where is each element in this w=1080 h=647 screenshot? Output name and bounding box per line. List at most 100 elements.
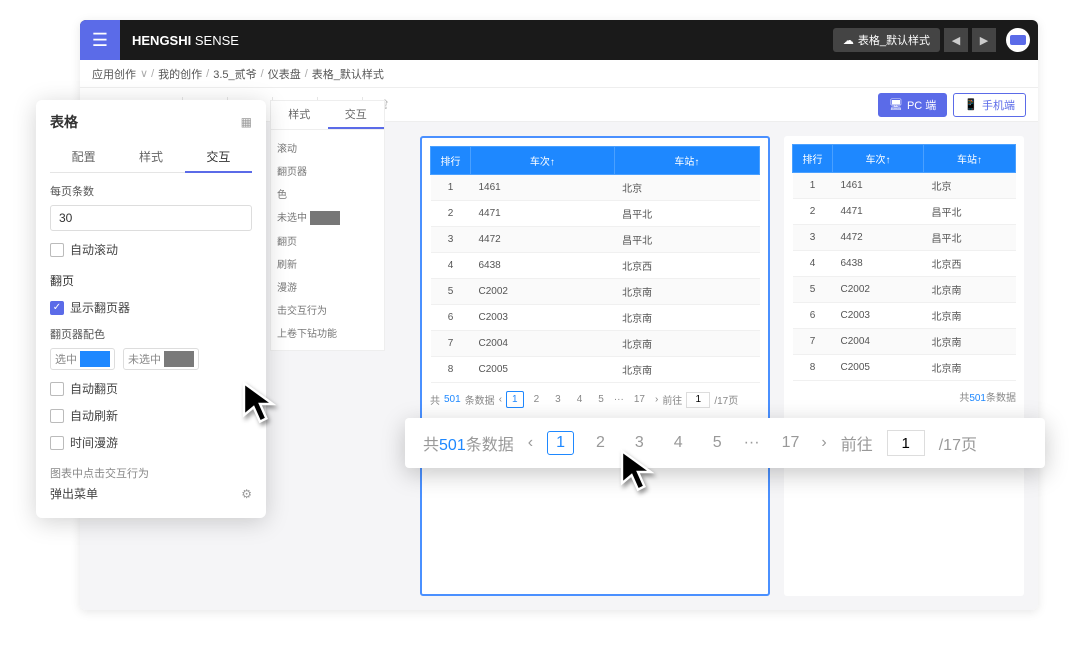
crumb-0[interactable]: 应用创作 — [92, 66, 136, 82]
config-panel: 表格 ▦ 配置 样式 交互 每页条数 自动滚动 翻页 ✓ 显示翻页器 翻页器配色… — [36, 100, 266, 518]
time-roam-label: 时间漫游 — [70, 434, 118, 451]
big-page-last[interactable]: 17 — [774, 432, 808, 454]
auto-scroll-checkbox[interactable] — [50, 243, 64, 257]
big-goto-input[interactable] — [887, 430, 925, 456]
auto-scroll-label: 自动滚动 — [70, 241, 118, 258]
pc-icon: 🖥 — [889, 98, 903, 111]
brand-logo: HENGSHI SENSE — [132, 33, 239, 48]
crumb-2[interactable]: 3.5_贰爷 — [213, 66, 256, 82]
breadcrumb: 应用创作 ∨ / 我的创作/ 3.5_贰爷/ 仪表盘/ 表格_默认样式 — [80, 60, 1038, 88]
unselected-swatch — [164, 351, 194, 367]
big-page-4[interactable]: 4 — [666, 432, 691, 454]
big-next[interactable]: › — [821, 434, 826, 452]
nav-next-button[interactable]: ▶ — [972, 28, 996, 52]
nav-prev-button[interactable]: ◀ — [944, 28, 968, 52]
table-row[interactable]: 24471昌平北 — [793, 199, 1016, 225]
bg-row: 翻页 — [277, 229, 378, 252]
show-pager-checkbox[interactable]: ✓ — [50, 301, 64, 315]
cloud-icon: ☁ — [843, 34, 854, 47]
page-1[interactable]: 1 — [506, 391, 524, 408]
bg-tab-style[interactable]: 样式 — [271, 101, 328, 129]
table-card-selected[interactable]: 排行 车次↑ 车站↑ 11461北京24471昌平北34472昌平北46438北… — [420, 136, 770, 596]
table-row[interactable]: 34472昌平北 — [793, 225, 1016, 251]
title-chip-text: 表格_默认样式 — [858, 32, 930, 48]
panel-chart-type-icon[interactable]: ▦ — [241, 115, 252, 129]
bg-row: 翻页器 — [277, 159, 378, 182]
pager-colors-label: 翻页器配色 — [50, 326, 252, 342]
page-last[interactable]: 17 — [628, 391, 651, 408]
col-station[interactable]: 车站↑ — [614, 147, 759, 175]
auto-page-label: 自动翻页 — [70, 380, 118, 397]
bg-row: 刷新 — [277, 252, 378, 275]
table-row[interactable]: 5C2002北京南 — [793, 277, 1016, 303]
table-row[interactable]: 8C2005北京南 — [793, 355, 1016, 381]
table-row[interactable]: 7C2004北京南 — [431, 331, 760, 357]
auto-refresh-label: 自动刷新 — [70, 407, 118, 424]
selected-swatch — [80, 351, 110, 367]
table-row[interactable]: 6C2003北京南 — [431, 305, 760, 331]
table-row[interactable]: 6C2003北京南 — [793, 303, 1016, 329]
col-rank[interactable]: 排行 — [431, 147, 471, 175]
title-chip[interactable]: ☁ 表格_默认样式 — [833, 28, 940, 52]
pc-label: PC 端 — [907, 97, 936, 113]
goto-input[interactable] — [686, 392, 710, 408]
table-row[interactable]: 46438北京西 — [793, 251, 1016, 277]
topbar-right: ☁ 表格_默认样式 ◀ ▶ — [833, 28, 1038, 52]
small-pager-1: 共501条数据 ‹ 1 2 3 4 5 ··· 17 › 前往 /17页 — [430, 391, 760, 408]
time-roam-checkbox[interactable] — [50, 436, 64, 450]
bg-row: 未选中 — [277, 205, 378, 229]
tab-style[interactable]: 样式 — [117, 142, 184, 172]
big-page-2[interactable]: 2 — [588, 432, 613, 454]
table-card-2[interactable]: 排行 车次↑ 车站↑ 11461北京24471昌平北34472昌平北46438北… — [784, 136, 1024, 596]
col-train[interactable]: 车次↑ — [471, 147, 615, 175]
mobile-label: 手机端 — [982, 97, 1015, 113]
brand-light: SENSE — [195, 33, 239, 48]
selected-color-chip[interactable]: 选中 — [50, 348, 115, 370]
crumb-4[interactable]: 表格_默认样式 — [312, 66, 384, 82]
page-5[interactable]: 5 — [592, 391, 610, 408]
device-pc-button[interactable]: 🖥 PC 端 — [878, 93, 947, 117]
bg-tab-interact[interactable]: 交互 — [328, 101, 385, 129]
col-train-2[interactable]: 车次↑ — [833, 145, 924, 173]
device-mobile-button[interactable]: 📱 手机端 — [953, 93, 1026, 117]
table-row[interactable]: 5C2002北京南 — [431, 279, 760, 305]
big-total: 共501条数据 — [423, 431, 514, 455]
col-station-2[interactable]: 车站↑ — [923, 145, 1015, 173]
gear-icon[interactable]: ⚙ — [241, 487, 252, 501]
data-table-2: 排行 车次↑ 车站↑ 11461北京24471昌平北34472昌平北46438北… — [792, 144, 1016, 381]
auto-refresh-checkbox[interactable] — [50, 409, 64, 423]
prev-icon[interactable]: ‹ — [499, 394, 502, 405]
table-row[interactable]: 8C2005北京南 — [431, 357, 760, 383]
bg-row: 漫游 — [277, 275, 378, 298]
main-menu-button[interactable]: ☰ — [80, 20, 120, 60]
unselected-color-chip[interactable]: 未选中 — [123, 348, 199, 370]
background-panel: 样式 交互 滚动翻页器色未选中 翻页刷新漫游击交互行为上卷下钻功能 — [270, 100, 385, 351]
page-4[interactable]: 4 — [571, 391, 589, 408]
tab-config[interactable]: 配置 — [50, 142, 117, 172]
page-2[interactable]: 2 — [528, 391, 546, 408]
user-avatar[interactable] — [1006, 28, 1030, 52]
col-rank-2[interactable]: 排行 — [793, 145, 833, 173]
table-row[interactable]: 24471昌平北 — [431, 201, 760, 227]
big-page-1[interactable]: 1 — [547, 431, 574, 455]
data-table-1: 排行 车次↑ 车站↑ 11461北京24471昌平北34472昌平北46438北… — [430, 146, 760, 383]
popup-menu-label: 弹出菜单 — [50, 485, 98, 502]
big-page-5[interactable]: 5 — [705, 432, 730, 454]
table-row[interactable]: 7C2004北京南 — [793, 329, 1016, 355]
auto-page-checkbox[interactable] — [50, 382, 64, 396]
big-prev[interactable]: ‹ — [528, 434, 533, 452]
topbar: ☰ HENGSHI SENSE ☁ 表格_默认样式 ◀ ▶ — [80, 20, 1038, 60]
next-icon[interactable]: › — [655, 394, 658, 405]
crumb-3[interactable]: 仪表盘 — [268, 66, 301, 82]
show-pager-label: 显示翻页器 — [70, 299, 130, 316]
table-row[interactable]: 46438北京西 — [431, 253, 760, 279]
per-page-input[interactable] — [50, 205, 252, 231]
table-row[interactable]: 34472昌平北 — [431, 227, 760, 253]
big-page-3[interactable]: 3 — [627, 432, 652, 454]
crumb-1[interactable]: 我的创作 — [158, 66, 202, 82]
tab-interact[interactable]: 交互 — [185, 142, 252, 173]
bg-row: 上卷下钻功能 — [277, 321, 378, 344]
page-3[interactable]: 3 — [549, 391, 567, 408]
table-row[interactable]: 11461北京 — [793, 173, 1016, 199]
table-row[interactable]: 11461北京 — [431, 175, 760, 201]
